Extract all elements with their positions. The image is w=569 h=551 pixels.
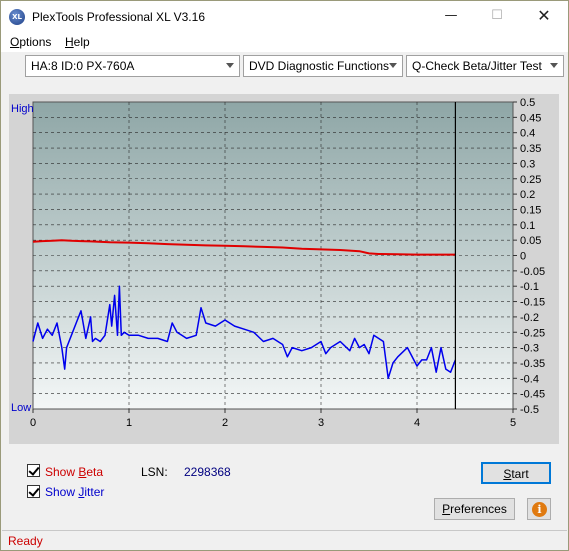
x-tick-label: 4 — [414, 417, 420, 429]
y-low-label: Low — [11, 402, 31, 414]
y-tick-label: 0.1 — [520, 220, 535, 232]
status-text: Ready — [8, 534, 43, 548]
y-tick-label: 0.3 — [520, 158, 535, 170]
x-tick-label: 2 — [222, 417, 228, 429]
y-tick-label: 0.05 — [520, 235, 541, 247]
close-button[interactable]: ✕ — [521, 1, 567, 32]
show-jitter-label[interactable]: Show Jitter — [45, 485, 104, 499]
y-tick-label: 0.5 — [520, 97, 535, 109]
minimize-icon: — — [444, 8, 458, 23]
test-select-value: Q-Check Beta/Jitter Test — [412, 59, 542, 73]
preferences-hotkey: P — [442, 502, 451, 516]
x-tick-label: 3 — [318, 417, 324, 429]
info-icon: i — [532, 502, 547, 517]
x-tick-label: 0 — [30, 417, 36, 429]
x-tick-label: 1 — [126, 417, 132, 429]
chevron-down-icon — [550, 63, 558, 68]
y-tick-label: 0.4 — [520, 128, 535, 140]
close-icon: ✕ — [537, 6, 551, 25]
y-tick-label: 0.45 — [520, 112, 541, 124]
beta-jitter-chart: 0.5 0.45 0.4 0.35 0.3 0.25 0.2 0.15 0.1 0.05 0 -0.0… — [11, 97, 545, 429]
minimize-button[interactable]: — — [428, 1, 474, 32]
show-beta-checkbox[interactable] — [27, 464, 40, 477]
y-tick-label: -0.45 — [520, 389, 545, 401]
drive-select-value: HA:8 ID:0 PX-760A — [31, 59, 135, 73]
y-tick-label: -0.4 — [520, 373, 539, 385]
app-logo-icon: XL — [9, 9, 25, 25]
y-tick-label: -0.2 — [520, 312, 539, 324]
show-jitter-checkbox[interactable] — [27, 485, 40, 498]
y-tick-label: -0.3 — [520, 343, 539, 355]
test-select[interactable]: Q-Check Beta/Jitter Test — [406, 55, 564, 77]
y-tick-label: 0.35 — [520, 143, 541, 155]
y-tick-label: -0.35 — [520, 358, 545, 370]
y-tick-label: -0.15 — [520, 297, 545, 309]
show-beta-rest: eta — [86, 465, 104, 479]
menu-help-label: elp — [73, 35, 90, 49]
menu-help[interactable]: Help — [65, 35, 90, 49]
menu-bar: Options Help — [1, 32, 568, 52]
main-window: XL PlexTools Professional XL V3.16 — ☐ ✕… — [0, 0, 569, 551]
chevron-down-icon — [389, 63, 397, 68]
menu-options-hotkey: O — [10, 35, 20, 49]
function-select[interactable]: DVD Diagnostic Functions — [243, 55, 403, 77]
y-tick-label: 0 — [520, 251, 526, 263]
y-tick-label: -0.05 — [520, 266, 545, 278]
chevron-down-icon — [226, 63, 234, 68]
start-label: tart — [511, 467, 529, 481]
preferences-label: references — [450, 502, 507, 516]
y-tick-label: 0.15 — [520, 204, 541, 216]
show-beta-text: Show — [45, 465, 79, 479]
menu-options[interactable]: Options — [10, 35, 51, 49]
chart-panel: 0.5 0.45 0.4 0.35 0.3 0.25 0.2 0.15 0.1 0.05 0 -0.0… — [9, 94, 559, 444]
menu-help-hotkey: H — [65, 35, 74, 49]
show-jitter-text: Show — [45, 485, 79, 499]
status-bar: Ready — [2, 530, 567, 550]
lsn-value: 2298368 — [184, 465, 231, 479]
show-beta-label[interactable]: Show Beta — [45, 465, 103, 479]
show-jitter-rest: itter — [84, 485, 105, 499]
maximize-icon: ☐ — [491, 8, 503, 23]
info-button[interactable]: i — [527, 498, 551, 520]
start-button[interactable]: Start — [481, 462, 551, 484]
x-tick-label: 5 — [510, 417, 516, 429]
preferences-button[interactable]: Preferences — [434, 498, 515, 520]
y-tick-label: 0.25 — [520, 174, 541, 186]
y-tick-label: -0.25 — [520, 327, 545, 339]
drive-select[interactable]: HA:8 ID:0 PX-760A — [25, 55, 240, 77]
y-tick-label: -0.1 — [520, 281, 539, 293]
window-title: PlexTools Professional XL V3.16 — [32, 10, 205, 24]
y-high-label: High — [11, 103, 34, 115]
menu-options-label: ptions — [19, 35, 52, 49]
title-bar: XL PlexTools Professional XL V3.16 — ☐ ✕ — [1, 1, 568, 32]
lsn-label: LSN: — [141, 465, 168, 479]
y-tick-label: -0.5 — [520, 404, 539, 416]
function-select-value: DVD Diagnostic Functions — [249, 59, 390, 73]
maximize-button[interactable]: ☐ — [474, 1, 520, 32]
y-tick-label: 0.2 — [520, 189, 535, 201]
